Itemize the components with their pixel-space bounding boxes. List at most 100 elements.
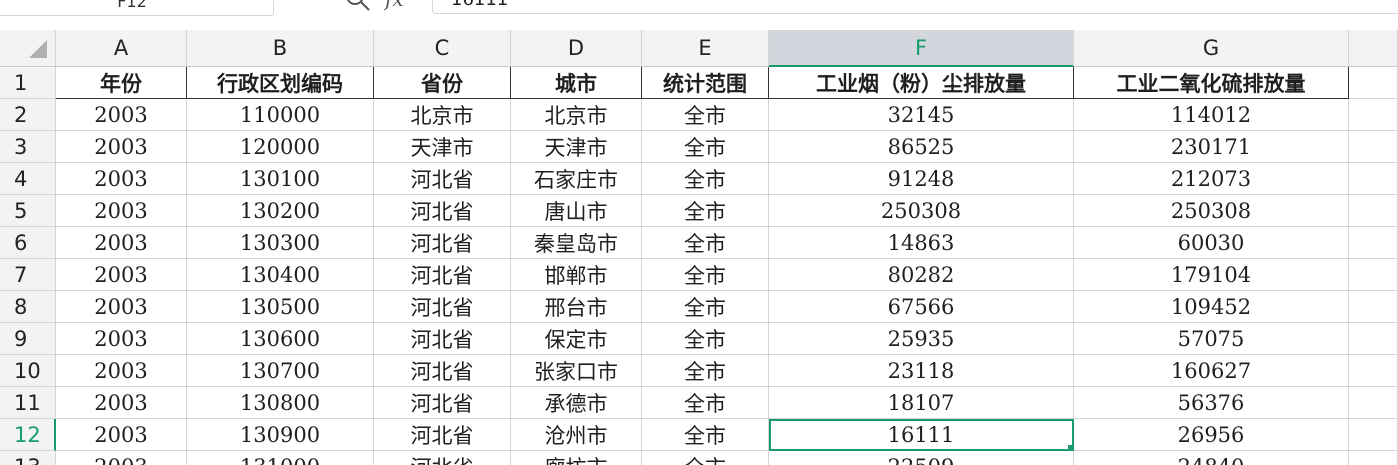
table-cell[interactable] — [1349, 195, 1398, 227]
table-cell[interactable]: 唐山市 — [511, 195, 642, 227]
table-cell[interactable]: 230171 — [1074, 131, 1349, 163]
table-cell[interactable]: 沧州市 — [511, 419, 642, 451]
header-cell-city[interactable]: 城市 — [511, 67, 642, 99]
column-header-c[interactable]: C — [374, 30, 511, 67]
table-cell[interactable]: 130700 — [187, 355, 374, 387]
row-header[interactable]: 2 — [0, 99, 56, 131]
table-cell[interactable]: 天津市 — [511, 131, 642, 163]
table-cell[interactable]: 2003 — [56, 131, 187, 163]
table-cell[interactable]: 河北省 — [374, 451, 511, 465]
table-cell[interactable]: 北京市 — [511, 99, 642, 131]
table-cell[interactable]: 14863 — [769, 227, 1074, 259]
header-cell-province[interactable]: 省份 — [374, 67, 511, 99]
table-cell[interactable]: 109452 — [1074, 291, 1349, 323]
table-cell[interactable]: 张家口市 — [511, 355, 642, 387]
table-cell[interactable]: 2003 — [56, 323, 187, 355]
table-cell[interactable]: 56376 — [1074, 387, 1349, 419]
table-cell[interactable]: 2003 — [56, 387, 187, 419]
table-cell[interactable]: 全市 — [642, 451, 769, 465]
fx-icon[interactable]: fx — [385, 0, 404, 11]
table-cell[interactable]: 全市 — [642, 419, 769, 451]
search-icon[interactable] — [345, 0, 371, 12]
table-cell[interactable]: 天津市 — [374, 131, 511, 163]
column-header-e[interactable]: E — [642, 30, 769, 67]
table-cell[interactable]: 河北省 — [374, 291, 511, 323]
table-cell[interactable]: 全市 — [642, 195, 769, 227]
table-cell[interactable]: 全市 — [642, 163, 769, 195]
column-header-g[interactable]: G — [1074, 30, 1349, 67]
table-cell[interactable]: 2003 — [56, 291, 187, 323]
table-cell[interactable]: 2003 — [56, 259, 187, 291]
fill-handle[interactable] — [1068, 445, 1073, 450]
table-cell[interactable]: 86525 — [769, 131, 1074, 163]
table-cell[interactable]: 250308 — [769, 195, 1074, 227]
select-all-corner[interactable] — [0, 30, 56, 67]
table-cell[interactable] — [1349, 227, 1398, 259]
table-cell[interactable]: 保定市 — [511, 323, 642, 355]
table-cell[interactable]: 80282 — [769, 259, 1074, 291]
header-cell-scope[interactable]: 统计范围 — [642, 67, 769, 99]
table-cell[interactable]: 179104 — [1074, 259, 1349, 291]
column-header-d[interactable]: D — [511, 30, 642, 67]
table-cell[interactable] — [1349, 451, 1398, 465]
formula-input[interactable]: 16111 — [432, 0, 1398, 14]
table-cell[interactable]: 石家庄市 — [511, 163, 642, 195]
table-cell[interactable] — [1349, 131, 1398, 163]
table-cell[interactable]: 全市 — [642, 259, 769, 291]
row-header[interactable]: 6 — [0, 227, 56, 259]
row-header[interactable]: 9 — [0, 323, 56, 355]
table-cell[interactable]: 河北省 — [374, 227, 511, 259]
table-cell[interactable]: 212073 — [1074, 163, 1349, 195]
table-cell[interactable]: 130800 — [187, 387, 374, 419]
row-header[interactable]: 1 — [0, 67, 56, 99]
table-cell[interactable] — [1349, 355, 1398, 387]
column-header-f[interactable]: F — [769, 30, 1074, 67]
table-cell[interactable] — [1349, 67, 1398, 99]
row-header[interactable]: 11 — [0, 387, 56, 419]
table-cell[interactable]: 全市 — [642, 291, 769, 323]
header-cell-dust-emission[interactable]: 工业烟（粉）尘排放量 — [769, 67, 1074, 99]
table-cell[interactable]: 2003 — [56, 419, 187, 451]
table-cell[interactable]: 2003 — [56, 355, 187, 387]
row-header[interactable]: 8 — [0, 291, 56, 323]
row-header-selected[interactable]: 12 — [0, 419, 56, 451]
table-cell[interactable]: 2003 — [56, 451, 187, 465]
table-cell[interactable]: 60030 — [1074, 227, 1349, 259]
table-cell[interactable]: 2003 — [56, 227, 187, 259]
table-cell[interactable]: 河北省 — [374, 387, 511, 419]
table-cell[interactable]: 河北省 — [374, 323, 511, 355]
table-cell[interactable]: 22509 — [769, 451, 1074, 465]
table-cell[interactable]: 32145 — [769, 99, 1074, 131]
table-cell[interactable]: 廊坊市 — [511, 451, 642, 465]
row-header[interactable]: 13 — [0, 451, 56, 465]
table-cell[interactable]: 河北省 — [374, 163, 511, 195]
active-cell[interactable]: 16111 — [769, 419, 1074, 451]
table-cell[interactable]: 18107 — [769, 387, 1074, 419]
table-cell[interactable]: 承德市 — [511, 387, 642, 419]
table-cell[interactable]: 北京市 — [374, 99, 511, 131]
table-cell[interactable]: 57075 — [1074, 323, 1349, 355]
table-cell[interactable]: 全市 — [642, 355, 769, 387]
table-cell[interactable] — [1349, 259, 1398, 291]
column-header-h[interactable] — [1349, 30, 1398, 67]
table-cell[interactable] — [1349, 387, 1398, 419]
table-cell[interactable]: 25935 — [769, 323, 1074, 355]
table-cell[interactable]: 130600 — [187, 323, 374, 355]
table-cell[interactable]: 河北省 — [374, 195, 511, 227]
table-cell[interactable] — [1349, 419, 1398, 451]
table-cell[interactable]: 91248 — [769, 163, 1074, 195]
table-cell[interactable]: 110000 — [187, 99, 374, 131]
table-cell[interactable]: 23118 — [769, 355, 1074, 387]
header-cell-division-code[interactable]: 行政区划编码 — [187, 67, 374, 99]
table-cell[interactable]: 邢台市 — [511, 291, 642, 323]
table-cell[interactable]: 2003 — [56, 163, 187, 195]
table-cell[interactable]: 全市 — [642, 99, 769, 131]
table-cell[interactable]: 130500 — [187, 291, 374, 323]
table-cell[interactable] — [1349, 291, 1398, 323]
table-cell[interactable]: 河北省 — [374, 355, 511, 387]
table-cell[interactable]: 130400 — [187, 259, 374, 291]
row-header[interactable]: 5 — [0, 195, 56, 227]
table-cell[interactable]: 河北省 — [374, 419, 511, 451]
table-cell[interactable]: 2003 — [56, 195, 187, 227]
table-cell[interactable]: 全市 — [642, 387, 769, 419]
